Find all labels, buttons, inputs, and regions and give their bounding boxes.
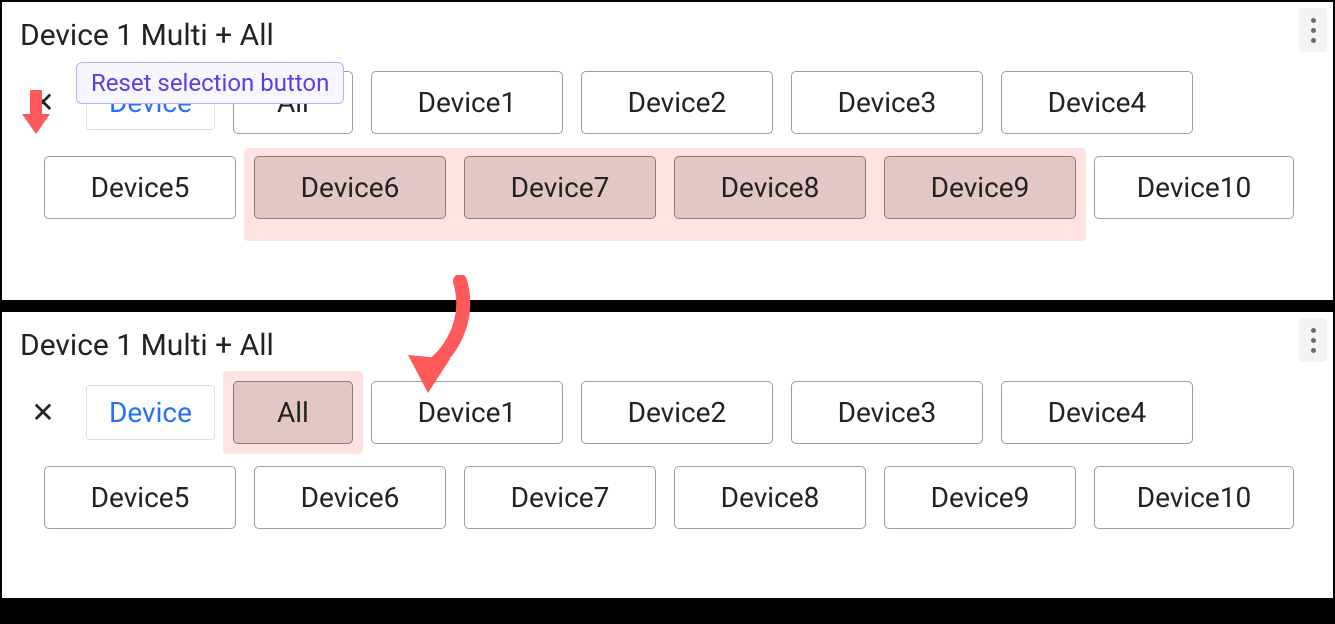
chip-device6[interactable]: Device6 (254, 466, 446, 529)
chip-device4[interactable]: Device4 (1001, 381, 1193, 444)
chip-device2[interactable]: Device2 (581, 71, 773, 134)
selected-all-highlight: All (223, 371, 363, 454)
reset-selection-button[interactable]: ✕ (18, 396, 68, 429)
chip-device3[interactable]: Device3 (791, 71, 983, 134)
chip-device2[interactable]: Device2 (581, 381, 773, 444)
chip-device1[interactable]: Device1 (371, 71, 563, 134)
chip-device9[interactable]: Device9 (884, 156, 1076, 219)
filter-row-1: ✕ Device All Device1 Device2 Device3 Dev… (18, 381, 1317, 444)
selected-group-highlight: Device6 Device7 Device8 Device9 (244, 148, 1086, 241)
panel-menu-button[interactable] (1299, 318, 1327, 362)
chip-device4[interactable]: Device4 (1001, 71, 1193, 134)
annotation-arrow-down-icon (18, 90, 54, 140)
chip-device10[interactable]: Device10 (1094, 466, 1294, 529)
chip-device8[interactable]: Device8 (674, 466, 866, 529)
variable-label-device[interactable]: Device (86, 385, 215, 440)
chip-device5[interactable]: Device5 (44, 156, 236, 219)
panel-after: Device 1 Multi + All ✕ Device All Device… (0, 310, 1335, 600)
chip-device5[interactable]: Device5 (44, 466, 236, 529)
chip-device7[interactable]: Device7 (464, 156, 656, 219)
chip-device9[interactable]: Device9 (884, 466, 1076, 529)
chip-device10[interactable]: Device10 (1094, 156, 1294, 219)
panel-before: Device 1 Multi + All Reset selection but… (0, 0, 1335, 302)
panel-title: Device 1 Multi + All (20, 18, 1317, 53)
filter-row-2: Device5 Device6 Device7 Device8 Device9 … (18, 156, 1317, 219)
chip-device6[interactable]: Device6 (254, 156, 446, 219)
close-icon: ✕ (31, 396, 54, 429)
annotation-curved-arrow-icon (398, 275, 488, 409)
chip-all[interactable]: All (233, 381, 353, 444)
chip-device8[interactable]: Device8 (674, 156, 866, 219)
panel-title: Device 1 Multi + All (20, 328, 1317, 363)
panel-menu-button[interactable] (1299, 8, 1327, 52)
chip-device3[interactable]: Device3 (791, 381, 983, 444)
chip-device7[interactable]: Device7 (464, 466, 656, 529)
tooltip-reset-selection: Reset selection button (76, 62, 344, 104)
filter-row-2: Device5 Device6 Device7 Device8 Device9 … (18, 466, 1317, 529)
